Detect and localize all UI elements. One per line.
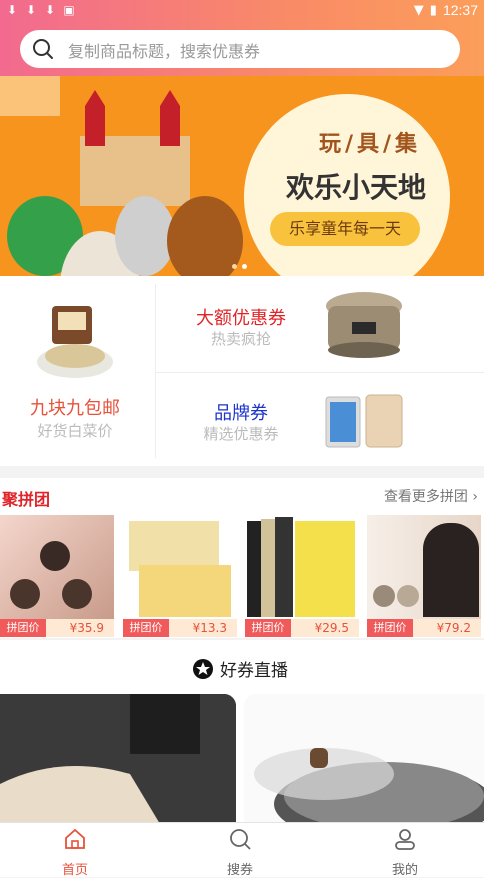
search-placeholder: 复制商品标题，搜索优惠券 [68, 42, 261, 61]
promo-big-coupon-title: 大额优惠券 [196, 308, 286, 329]
nav-profile[interactable]: 我的 [355, 827, 455, 878]
star-badge-icon [193, 658, 213, 679]
nav-profile-label: 我的 [391, 863, 418, 878]
group-price: ¥79.2 [436, 621, 471, 635]
promo-big-coupon[interactable]: 大额优惠券 热卖疯抢 [156, 276, 484, 371]
group-buy-title: 聚拼团 [2, 490, 51, 509]
pistachio-product-image [37, 306, 113, 378]
search-icon [33, 39, 53, 59]
group-price-label: 拼团价 [123, 619, 169, 637]
tablet-image [325, 394, 403, 448]
promo-nine-yuan-title: 九块九包邮 [30, 398, 120, 419]
group-price: ¥13.3 [192, 621, 227, 635]
battery-icon: ▮ [429, 2, 437, 18]
group-buy-item[interactable]: 拼团价 ¥79.2 [367, 515, 481, 637]
group-price-label: 拼团价 [0, 619, 46, 637]
nav-search-label: 搜券 [226, 863, 253, 878]
carousel-dots [232, 264, 247, 269]
product-image-workbook [123, 515, 237, 619]
wifi-icon: ▼ [413, 2, 424, 18]
clock: 12:37 [442, 2, 478, 18]
group-buy-item[interactable]: 拼团价 ¥13.3 [123, 515, 237, 637]
group-buy-item[interactable]: 拼团价 ¥35.9 [0, 515, 114, 637]
carousel-dot-active[interactable] [242, 264, 247, 269]
live-product-cards [0, 694, 484, 824]
product-image-contact-lens [0, 515, 114, 619]
group-price: ¥35.9 [69, 621, 104, 635]
promo-big-coupon-subtitle: 热卖疯抢 [210, 330, 271, 348]
rice-cooker-image [326, 292, 402, 358]
app-notification-icon: ▣ [63, 3, 75, 17]
banner-subtitle: 玩/具/集 [318, 132, 422, 157]
banner-tagline: 乐享童年每一天 [270, 212, 420, 246]
nav-home-label: 首页 [61, 863, 88, 878]
download-icon: ⬇ [44, 3, 56, 17]
group-price: ¥29.5 [314, 621, 349, 635]
group-price-label: 拼团价 [367, 619, 413, 637]
group-buy-more-link[interactable]: 查看更多拼团 › [384, 486, 478, 506]
promo-nine-yuan[interactable]: 九块九包邮 好货白菜价 [0, 276, 155, 466]
live-section-title: 好券直播 [220, 661, 288, 681]
promo-nine-yuan-subtitle: 好货白菜价 [37, 422, 113, 440]
carousel-dot[interactable] [232, 264, 237, 269]
live-section-header: 好券直播 [0, 640, 484, 694]
home-icon [65, 828, 85, 849]
search-bar[interactable]: 复制商品标题，搜索优惠券 [20, 30, 460, 68]
sneaker-product-image [0, 694, 236, 824]
download-icon: ⬇ [6, 3, 18, 17]
pan-product-image [254, 748, 484, 824]
product-image-contact-lens-ad [367, 515, 481, 619]
live-card-pan[interactable] [244, 694, 484, 824]
nav-search[interactable]: 搜券 [190, 827, 290, 878]
group-buy-more-label: 查看更多拼团 [383, 489, 468, 505]
user-icon [395, 829, 415, 850]
promo-brand-coupon-title: 品牌券 [214, 403, 268, 424]
banner-title: 欢乐小天地 [285, 171, 426, 204]
promo-brand-coupon-subtitle: 精选优惠券 [203, 425, 279, 443]
promo-section: 九块九包邮 好货白菜价 大额优惠券 热卖疯抢 品牌券 精选优惠券 [0, 276, 484, 466]
nav-home[interactable]: 首页 [25, 827, 125, 878]
chevron-right-icon: › [472, 489, 478, 505]
product-image-books [245, 515, 359, 619]
download-icon: ⬇ [25, 3, 37, 17]
status-bar: ⬇ ⬇ ⬇ ▣ ▼ ▮ 12:37 [0, 0, 484, 22]
bottom-nav: 首页 搜券 我的 [0, 822, 484, 878]
toy-banner[interactable]: 玩/具/集 欢乐小天地 乐享童年每一天 [0, 76, 484, 276]
banner-toys-illustration [0, 76, 243, 276]
group-buy-item[interactable]: 拼团价 ¥29.5 [245, 515, 359, 637]
group-buy-section: 聚拼团 查看更多拼团 › 拼团价 ¥35.9 拼团价 ¥13.3 拼团价 ¥29… [0, 478, 484, 638]
group-price-label: 拼团价 [245, 619, 291, 637]
search-icon [230, 829, 251, 850]
live-card-sneaker[interactable] [0, 694, 236, 824]
promo-brand-coupon[interactable]: 品牌券 精选优惠券 [156, 373, 484, 468]
